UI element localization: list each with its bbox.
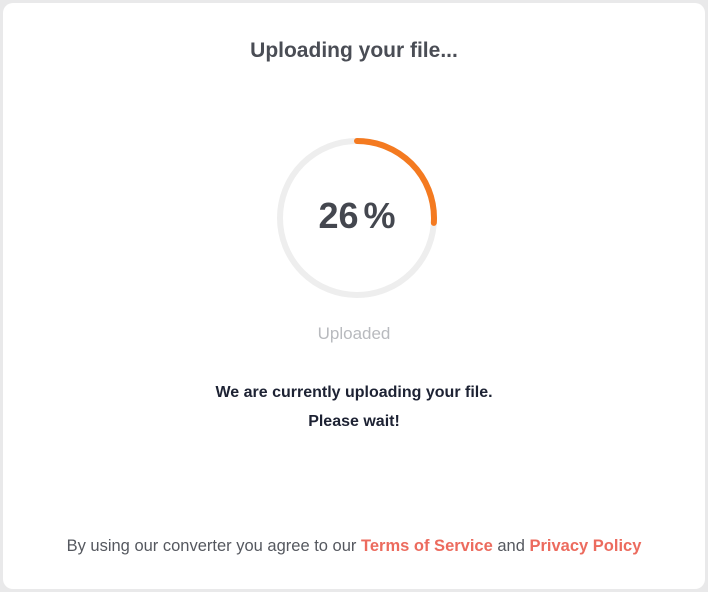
progress-percentage: 26% [275,196,439,236]
terms-notice-conjunction: and [497,537,525,555]
upload-message-line: We are currently uploading your file. [215,384,493,401]
privacy-policy-link[interactable]: Privacy Policy [530,537,642,555]
terms-notice-prefix: By using our converter you agree to our [66,537,357,555]
terms-of-service-link[interactable]: Terms of Service [361,537,493,555]
status-label: Uploaded [317,324,391,343]
upload-message-line: Please wait! [308,413,400,430]
terms-notice: By using our converter you agree to our … [3,537,705,556]
upload-message: We are currently uploading your file. Pl… [3,378,705,436]
progress-unit: % [363,195,396,236]
progress-ring: 26% [275,136,439,300]
upload-title: Uploading your file... [250,39,458,62]
upload-card: Uploading your file... 26% Uploaded We a… [3,3,705,589]
progress-number: 26 [318,195,359,236]
